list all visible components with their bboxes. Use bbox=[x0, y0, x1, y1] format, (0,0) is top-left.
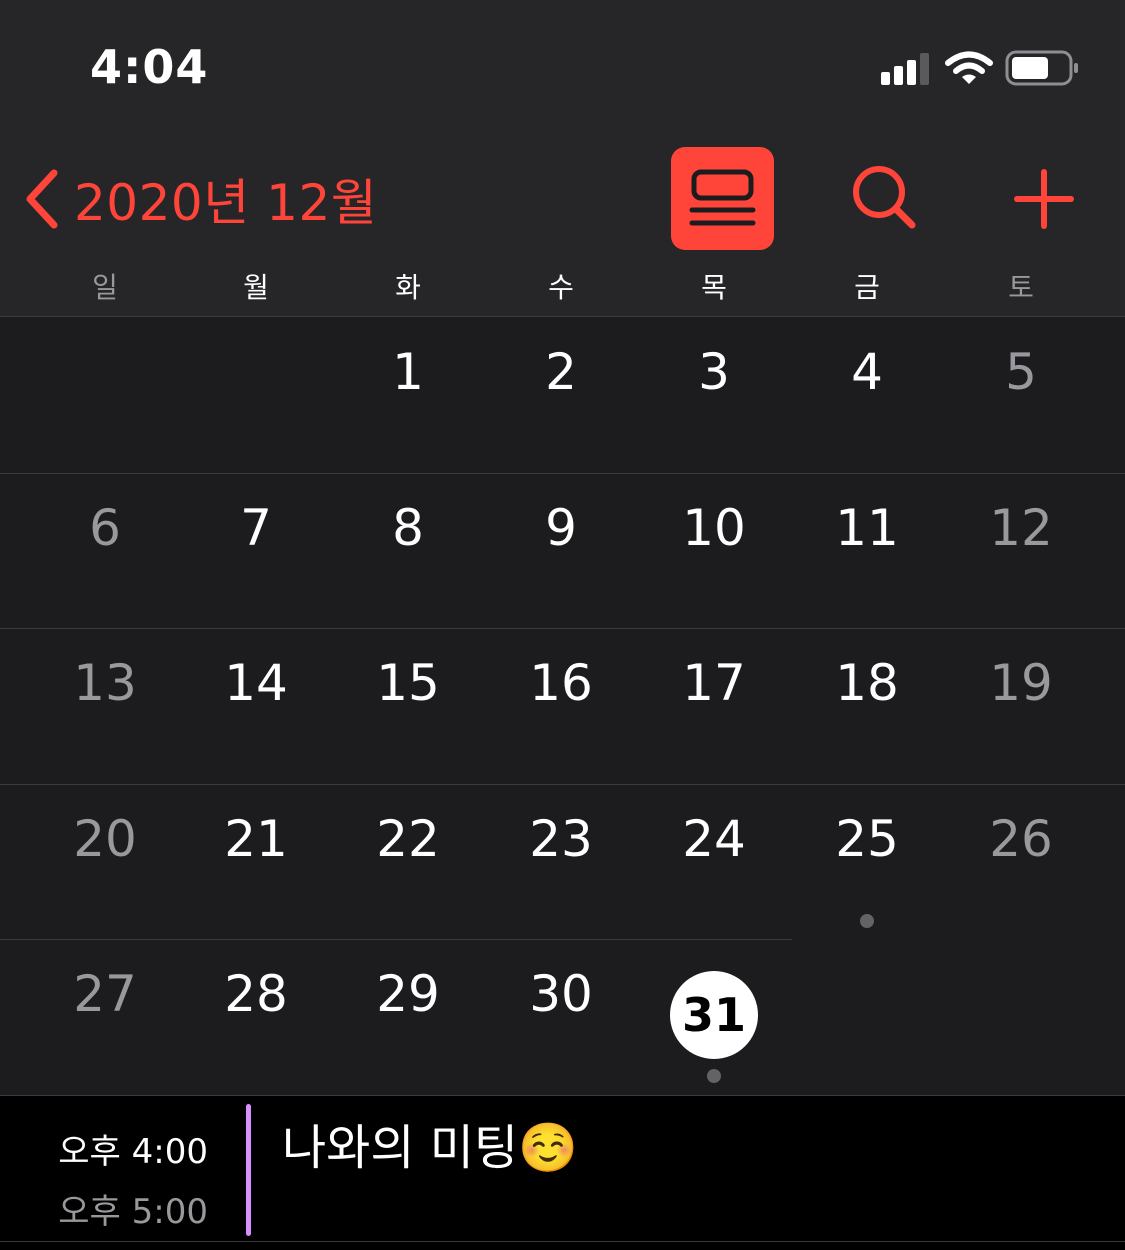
divider bbox=[0, 1241, 1125, 1242]
calendar-day[interactable]: 29 bbox=[343, 940, 473, 1048]
calendar-day[interactable]: 19 bbox=[956, 629, 1086, 737]
calendar-day[interactable]: 6 bbox=[40, 474, 170, 582]
calendar-day[interactable]: 24 bbox=[649, 785, 779, 893]
back-to-year-button[interactable]: 2020년 12월 bbox=[22, 162, 377, 236]
calendar-day[interactable]: 14 bbox=[191, 629, 321, 737]
weekday-header: 일 월 화 수 목 금 토 bbox=[0, 266, 1125, 310]
list-view-button[interactable] bbox=[671, 147, 774, 250]
calendar-day[interactable]: 27 bbox=[40, 940, 170, 1048]
calendar-day[interactable]: 20 bbox=[40, 785, 170, 893]
calendar-day[interactable]: 26 bbox=[956, 785, 1086, 893]
event-title[interactable]: 나와의 미팅☺️ bbox=[282, 1108, 578, 1178]
weekday-mon: 월 bbox=[243, 271, 269, 304]
chevron-left-icon bbox=[26, 169, 58, 229]
weekday-sat: 토 bbox=[1008, 271, 1034, 304]
calendar-header: 4:04 2020년 12월 일 월 화 수 목 금 토 bbox=[0, 0, 1125, 317]
calendar-day[interactable]: 9 bbox=[496, 474, 626, 582]
wifi-icon bbox=[945, 51, 993, 84]
event-indicator-dot bbox=[707, 1069, 721, 1083]
status-time: 4:04 bbox=[90, 40, 209, 94]
signal-icon bbox=[881, 53, 929, 85]
status-icons bbox=[881, 48, 1081, 90]
event-calendar-color-bar bbox=[246, 1104, 251, 1236]
calendar-day[interactable]: 16 bbox=[496, 629, 626, 737]
calendar-day[interactable]: 15 bbox=[343, 629, 473, 737]
plus-icon bbox=[1014, 169, 1074, 229]
calendar-day[interactable]: 5 bbox=[956, 318, 1086, 426]
calendar-day[interactable]: 18 bbox=[802, 629, 932, 737]
calendar-day[interactable]: 4 bbox=[802, 318, 932, 426]
calendar-day[interactable]: 7 bbox=[191, 474, 321, 582]
calendar-day[interactable]: 30 bbox=[496, 940, 626, 1048]
day-event-list: 오후 4:00 오후 5:00 나와의 미팅☺️ bbox=[0, 1095, 1125, 1250]
calendar-day[interactable]: 8 bbox=[343, 474, 473, 582]
calendar-day[interactable]: 13 bbox=[40, 629, 170, 737]
calendar-day[interactable]: 2 bbox=[496, 318, 626, 426]
weekday-thu: 목 bbox=[701, 271, 727, 304]
calendar-day[interactable]: 11 bbox=[802, 474, 932, 582]
event-start-time: 오후 4:00 bbox=[58, 1132, 208, 1172]
search-icon bbox=[853, 166, 916, 229]
calendar-day[interactable]: 3 bbox=[649, 318, 779, 426]
list-view-icon bbox=[689, 169, 756, 226]
calendar-day[interactable]: 17 bbox=[649, 629, 779, 737]
calendar-day[interactable]: 12 bbox=[956, 474, 1086, 582]
calendar-day[interactable]: 1 bbox=[343, 318, 473, 426]
weekday-fri: 금 bbox=[854, 271, 880, 304]
weekday-wed: 수 bbox=[548, 271, 574, 304]
calendar-day-today[interactable]: 31 bbox=[670, 971, 758, 1059]
add-event-button[interactable] bbox=[994, 147, 1097, 250]
calendar-day[interactable]: 28 bbox=[191, 940, 321, 1048]
calendar-day[interactable]: 22 bbox=[343, 785, 473, 893]
search-button[interactable] bbox=[834, 147, 937, 250]
weekday-sun: 일 bbox=[92, 271, 118, 304]
month-title: 2020년 12월 bbox=[74, 174, 378, 232]
calendar-day[interactable]: 23 bbox=[496, 785, 626, 893]
weekday-tue: 화 bbox=[395, 271, 421, 304]
event-end-time: 오후 5:00 bbox=[58, 1192, 208, 1232]
battery-icon bbox=[1005, 50, 1078, 86]
calendar-day[interactable]: 10 bbox=[649, 474, 779, 582]
calendar-day[interactable]: 21 bbox=[191, 785, 321, 893]
month-grid: 1 2 3 4 5 6 7 8 9 10 11 12 13 14 15 16 17 18 19 20 21 22 23 24 2… bbox=[0, 317, 1125, 1095]
event-indicator-dot bbox=[860, 913, 874, 928]
calendar-day[interactable]: 25 bbox=[802, 785, 932, 893]
